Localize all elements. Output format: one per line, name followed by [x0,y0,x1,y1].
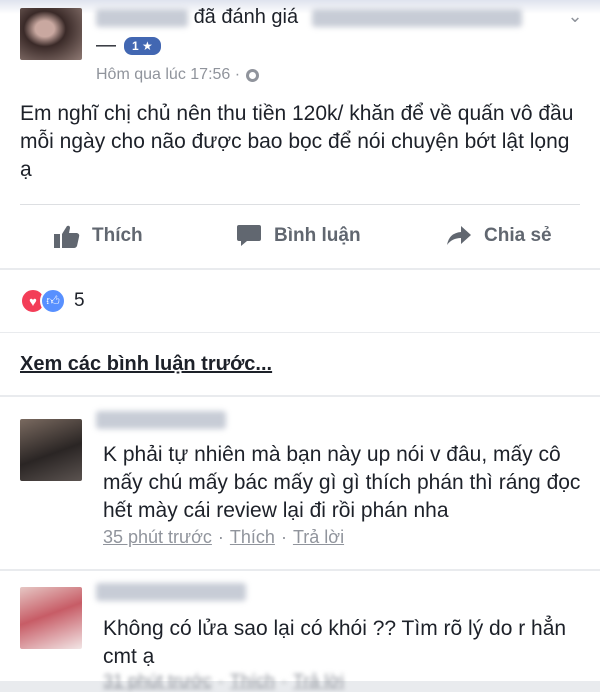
comment-text: K phải tự nhiên mà bạn này up nói v đâu,… [103,443,581,522]
avatar[interactable] [20,587,82,649]
page-name-blurred[interactable] [311,8,522,27]
reviewed-text: đã đánh giá [193,6,299,28]
action-bar: Thích Bình luận Chia sẻ [0,206,600,266]
comment-like-link[interactable]: Thích [230,527,275,548]
separator: · [280,527,287,547]
comment-meta: 35 phút trước · Thích · Trả lời [103,527,344,548]
share-label: Chia sẻ [484,225,552,246]
post-body: Em nghĩ chị chủ nên thu tiền 120k/ khăn … [20,102,574,181]
comment-like-link[interactable]: Thích [230,671,275,692]
comment-text: Không có lửa sao lại có khói ?? Tìm rõ l… [103,617,567,668]
comment-button[interactable]: Bình luận [236,206,361,266]
thumbs-up-icon [54,225,80,248]
chevron-down-icon[interactable]: ⌄ [564,6,586,28]
separator: · [217,527,224,547]
reaction-count: 5 [74,290,85,311]
review-post: đã đánh giá ⌄ — 1 ★ Hôm qua lúc 17:56 · … [0,0,600,268]
commenter-name-blurred[interactable] [96,411,226,429]
reaction-summary[interactable]: ♥ 👍︎ 5 [20,288,85,314]
share-button[interactable]: Chia sẻ [446,206,552,266]
author-name-blurred[interactable] [96,8,188,27]
commenter-name-blurred[interactable] [96,583,246,601]
globe-icon [246,68,260,82]
comment-time[interactable]: 35 phút trước [103,527,212,548]
post-header: đã đánh giá [96,4,522,30]
comment-time[interactable]: 31 phút trước [103,671,212,692]
divider [20,204,580,205]
avatar[interactable] [20,419,82,481]
rating-line: — 1 ★ [96,34,161,57]
like-button[interactable]: Thích [54,206,143,266]
share-arrow-icon [447,226,471,245]
comment-item: Không có lửa sao lại có khói ?? Tìm rõ l… [0,571,600,691]
avatar[interactable] [20,8,82,60]
like-label: Thích [92,225,143,246]
post-timestamp[interactable]: Hôm qua lúc 17:56 · [96,66,240,84]
view-previous-comments-link[interactable]: Xem các bình luận trước... [20,353,272,376]
comment-bubble-icon [237,225,261,246]
thumbs-up-icon: 👍︎ [40,288,66,314]
separator: · [217,671,224,691]
rating-badge: 1 ★ [124,36,161,55]
post-meta: Hôm qua lúc 17:56 · [96,66,260,84]
comment-reply-link[interactable]: Trả lời [293,671,344,692]
comment-label: Bình luận [274,225,361,246]
previous-comments-section: Xem các bình luận trước... [0,333,600,395]
comment-item: K phải tự nhiên mà bạn này up nói v đâu,… [0,397,600,569]
comment-meta: 31 phút trước · Thích · Trả lời [103,671,344,692]
reactions-bar[interactable]: ♥ 👍︎ 5 [0,270,600,332]
comment-reply-link[interactable]: Trả lời [293,527,344,548]
rating-dash: — [96,34,116,56]
separator: · [280,671,287,691]
